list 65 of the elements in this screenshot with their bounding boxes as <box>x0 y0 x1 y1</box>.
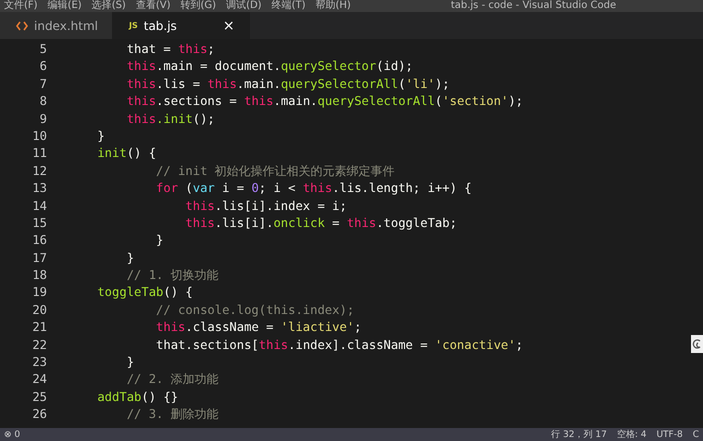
line-number: 9 <box>38 110 47 128</box>
line-number: 26 <box>31 406 47 424</box>
language-mode[interactable]: C <box>692 430 699 440</box>
menu-item[interactable]: 帮助(H) <box>316 0 351 12</box>
code-line: } <box>126 250 134 267</box>
cursor-position[interactable]: 行 32，列 17 <box>551 428 607 441</box>
tab-label: tab.js <box>144 18 177 32</box>
swirl-icon[interactable] <box>691 335 703 353</box>
code-line: this.lis[i].onclick = this.toggleTab; <box>184 214 457 232</box>
line-number: 19 <box>31 284 47 302</box>
line-number: 11 <box>31 145 47 162</box>
indent-setting[interactable]: 空格: 4 <box>616 428 646 441</box>
editor-tab[interactable]: index.html <box>0 12 113 39</box>
code-line: } <box>96 128 105 145</box>
line-number: 24 <box>31 371 47 388</box>
code-line: that = this; <box>126 41 215 58</box>
line-number: 17 <box>31 250 47 267</box>
line-number: 8 <box>38 93 47 110</box>
code-line: that.sections[this.index].className = 'conactive'; <box>155 336 523 354</box>
js-file-icon: JS <box>128 21 138 30</box>
code-line: // init 初始化操作让相关的元素绑定事件 <box>155 162 395 180</box>
code-brackets-icon <box>16 20 28 30</box>
code-line: // 1. 切换功能 <box>126 267 219 284</box>
code-line: this.lis[i].index = i; <box>184 198 347 215</box>
line-number: 10 <box>31 128 47 145</box>
code-line: // 2. 添加功能 <box>126 371 219 388</box>
code-line: toggleTab() { <box>96 284 193 302</box>
code-line: this.init(); <box>126 110 215 128</box>
code-line: // 3. 删除功能 <box>126 406 219 424</box>
menu-item[interactable]: 调试(D) <box>226 0 262 12</box>
line-number: 15 <box>31 214 47 232</box>
menu-item[interactable]: 选择(S) <box>92 0 126 12</box>
line-number: 18 <box>31 267 47 284</box>
code-line: init() { <box>96 145 156 162</box>
line-number: 14 <box>31 198 47 215</box>
line-number: 16 <box>31 232 47 250</box>
line-number: 13 <box>31 180 47 198</box>
line-number: 5 <box>38 41 47 58</box>
line-number: 12 <box>31 162 47 180</box>
menu-item[interactable]: 终端(T) <box>272 0 306 12</box>
code-line: this.sections = this.main.querySelectorAll('section'); <box>126 93 523 110</box>
code-line: } <box>126 354 134 372</box>
code-line: this.main = document.querySelector(id); <box>126 58 413 76</box>
line-number: 6 <box>38 58 47 76</box>
editor-tab[interactable]: JS tab.js × <box>112 12 250 39</box>
code-line: this.lis = this.main.querySelectorAll('li'); <box>126 76 450 93</box>
code-line: } <box>155 232 164 250</box>
line-number: 21 <box>31 319 47 336</box>
line-number: 25 <box>31 388 47 406</box>
code-line: addTab() {} <box>96 388 178 406</box>
code-line: this.className = 'liactive'; <box>155 319 362 336</box>
encoding-label[interactable]: UTF-8 <box>656 430 683 440</box>
line-number: 20 <box>31 302 47 319</box>
code-line: // console.log(this.index); <box>155 302 354 319</box>
menu-item[interactable]: 转到(G) <box>180 0 216 12</box>
code-line: for (var i = 0; i < this.lis.length; i++) { <box>155 180 472 198</box>
close-icon[interactable]: × <box>222 18 235 34</box>
tab-label: index.html <box>34 18 98 32</box>
error-count[interactable]: ⊗ 0 <box>4 430 20 440</box>
menu-item[interactable]: 查看(V) <box>136 0 170 12</box>
line-number: 7 <box>38 76 47 93</box>
line-number: 23 <box>31 354 47 372</box>
menu-item[interactable]: 编辑(E) <box>48 0 82 12</box>
window-title: tab.js - code - Visual Studio Code <box>450 0 616 12</box>
line-number: 22 <box>31 336 47 354</box>
